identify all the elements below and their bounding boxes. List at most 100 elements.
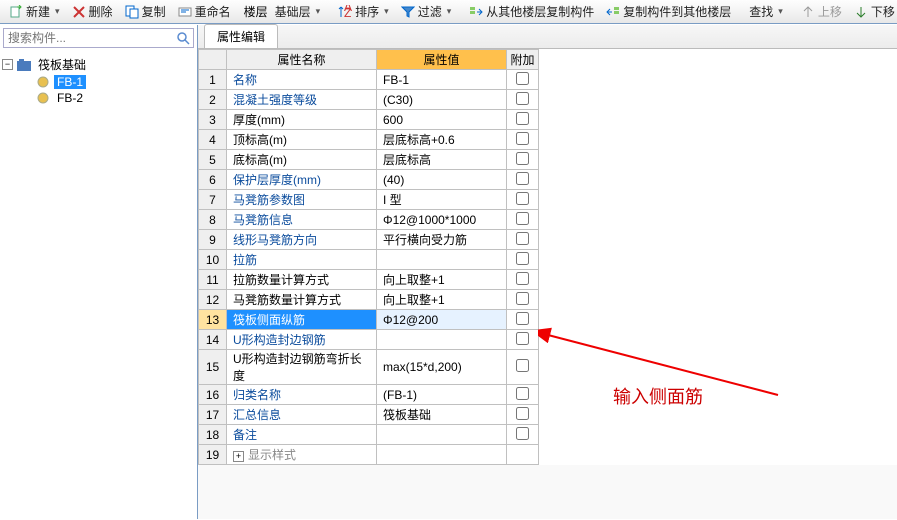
table-row[interactable]: 4顶标高(m)层底标高+0.6: [199, 130, 539, 150]
prop-name[interactable]: 马凳筋参数图: [227, 190, 377, 210]
extra-checkbox[interactable]: [516, 427, 529, 440]
search-icon[interactable]: [173, 29, 193, 47]
prop-value[interactable]: 平行横向受力筋: [377, 230, 507, 250]
new-button[interactable]: 新建▾: [4, 2, 65, 21]
prop-value[interactable]: [377, 425, 507, 445]
prop-value[interactable]: (C30): [377, 90, 507, 110]
prop-extra[interactable]: [507, 330, 539, 350]
prop-extra[interactable]: [507, 130, 539, 150]
prop-name[interactable]: 马凳筋数量计算方式: [227, 290, 377, 310]
prop-extra[interactable]: [507, 250, 539, 270]
table-row[interactable]: 15U形构造封边钢筋弯折长度max(15*d,200): [199, 350, 539, 385]
prop-extra[interactable]: [507, 425, 539, 445]
move-up-button[interactable]: 上移: [796, 2, 847, 21]
tree-item[interactable]: FB-2: [36, 90, 195, 106]
prop-value[interactable]: (40): [377, 170, 507, 190]
prop-extra[interactable]: [507, 350, 539, 385]
sort-button[interactable]: AZ 排序▾: [333, 2, 394, 21]
table-row[interactable]: 17汇总信息筏板基础: [199, 405, 539, 425]
table-row[interactable]: 6保护层厚度(mm)(40): [199, 170, 539, 190]
collapse-icon[interactable]: −: [2, 59, 13, 70]
extra-checkbox[interactable]: [516, 132, 529, 145]
prop-value[interactable]: I 型: [377, 190, 507, 210]
expand-icon[interactable]: +: [233, 451, 244, 462]
prop-name[interactable]: 线形马凳筋方向: [227, 230, 377, 250]
prop-value[interactable]: Φ12@1000*1000: [377, 210, 507, 230]
prop-name[interactable]: U形构造封边钢筋: [227, 330, 377, 350]
prop-extra[interactable]: [507, 290, 539, 310]
table-row[interactable]: 14U形构造封边钢筋: [199, 330, 539, 350]
extra-checkbox[interactable]: [516, 312, 529, 325]
extra-checkbox[interactable]: [516, 332, 529, 345]
copy-from-button[interactable]: 从其他楼层复制构件: [464, 2, 599, 21]
prop-extra[interactable]: [507, 310, 539, 330]
prop-value[interactable]: [377, 250, 507, 270]
copy-button[interactable]: 复制: [120, 2, 171, 21]
prop-extra[interactable]: [507, 270, 539, 290]
prop-value[interactable]: 筏板基础: [377, 405, 507, 425]
extra-checkbox[interactable]: [516, 272, 529, 285]
prop-value[interactable]: (FB-1): [377, 385, 507, 405]
table-row[interactable]: 16归类名称(FB-1): [199, 385, 539, 405]
prop-extra[interactable]: [507, 110, 539, 130]
tree-item[interactable]: FB-1: [36, 74, 195, 90]
prop-name[interactable]: 混凝土强度等级: [227, 90, 377, 110]
prop-name[interactable]: 筏板侧面纵筋: [227, 310, 377, 330]
extra-checkbox[interactable]: [516, 172, 529, 185]
table-row[interactable]: 8马凳筋信息Φ12@1000*1000: [199, 210, 539, 230]
find-button[interactable]: 查找▾: [744, 2, 788, 21]
prop-extra[interactable]: [507, 190, 539, 210]
prop-extra[interactable]: [507, 170, 539, 190]
move-down-button[interactable]: 下移: [849, 2, 897, 21]
extra-checkbox[interactable]: [516, 252, 529, 265]
extra-checkbox[interactable]: [516, 359, 529, 372]
extra-checkbox[interactable]: [516, 232, 529, 245]
filter-button[interactable]: 过滤▾: [396, 2, 457, 21]
prop-value[interactable]: FB-1: [377, 70, 507, 90]
prop-value[interactable]: 600: [377, 110, 507, 130]
extra-checkbox[interactable]: [516, 387, 529, 400]
prop-name[interactable]: U形构造封边钢筋弯折长度: [227, 350, 377, 385]
prop-extra[interactable]: [507, 405, 539, 425]
prop-name[interactable]: 保护层厚度(mm): [227, 170, 377, 190]
extra-checkbox[interactable]: [516, 112, 529, 125]
prop-value[interactable]: 向上取整+1: [377, 290, 507, 310]
prop-name[interactable]: 拉筋数量计算方式: [227, 270, 377, 290]
table-row[interactable]: 3厚度(mm)600: [199, 110, 539, 130]
prop-extra[interactable]: [507, 230, 539, 250]
table-row[interactable]: 19+显示样式: [199, 445, 539, 465]
table-row[interactable]: 11拉筋数量计算方式向上取整+1: [199, 270, 539, 290]
extra-checkbox[interactable]: [516, 152, 529, 165]
prop-value[interactable]: [377, 445, 507, 465]
table-row[interactable]: 1名称FB-1: [199, 70, 539, 90]
prop-name[interactable]: 名称: [227, 70, 377, 90]
prop-value[interactable]: max(15*d,200): [377, 350, 507, 385]
extra-checkbox[interactable]: [516, 292, 529, 305]
search-input[interactable]: [4, 29, 173, 47]
prop-value[interactable]: 向上取整+1: [377, 270, 507, 290]
prop-extra[interactable]: [507, 90, 539, 110]
prop-name[interactable]: 顶标高(m): [227, 130, 377, 150]
table-row[interactable]: 7马凳筋参数图I 型: [199, 190, 539, 210]
table-row[interactable]: 2混凝土强度等级(C30): [199, 90, 539, 110]
table-row[interactable]: 10拉筋: [199, 250, 539, 270]
prop-extra[interactable]: [507, 70, 539, 90]
prop-name[interactable]: 汇总信息: [227, 405, 377, 425]
extra-checkbox[interactable]: [516, 407, 529, 420]
prop-extra[interactable]: [507, 150, 539, 170]
extra-checkbox[interactable]: [516, 92, 529, 105]
extra-checkbox[interactable]: [516, 72, 529, 85]
extra-checkbox[interactable]: [516, 192, 529, 205]
prop-name[interactable]: 底标高(m): [227, 150, 377, 170]
floor-select[interactable]: 基础层▾: [270, 2, 326, 21]
prop-name[interactable]: 备注: [227, 425, 377, 445]
prop-value[interactable]: 层底标高: [377, 150, 507, 170]
prop-extra[interactable]: [507, 210, 539, 230]
prop-name[interactable]: 厚度(mm): [227, 110, 377, 130]
extra-checkbox[interactable]: [516, 212, 529, 225]
copy-to-button[interactable]: 复制构件到其他楼层: [601, 2, 736, 21]
table-row[interactable]: 9线形马凳筋方向平行横向受力筋: [199, 230, 539, 250]
prop-extra[interactable]: [507, 385, 539, 405]
table-row[interactable]: 12马凳筋数量计算方式向上取整+1: [199, 290, 539, 310]
prop-extra[interactable]: [507, 445, 539, 465]
